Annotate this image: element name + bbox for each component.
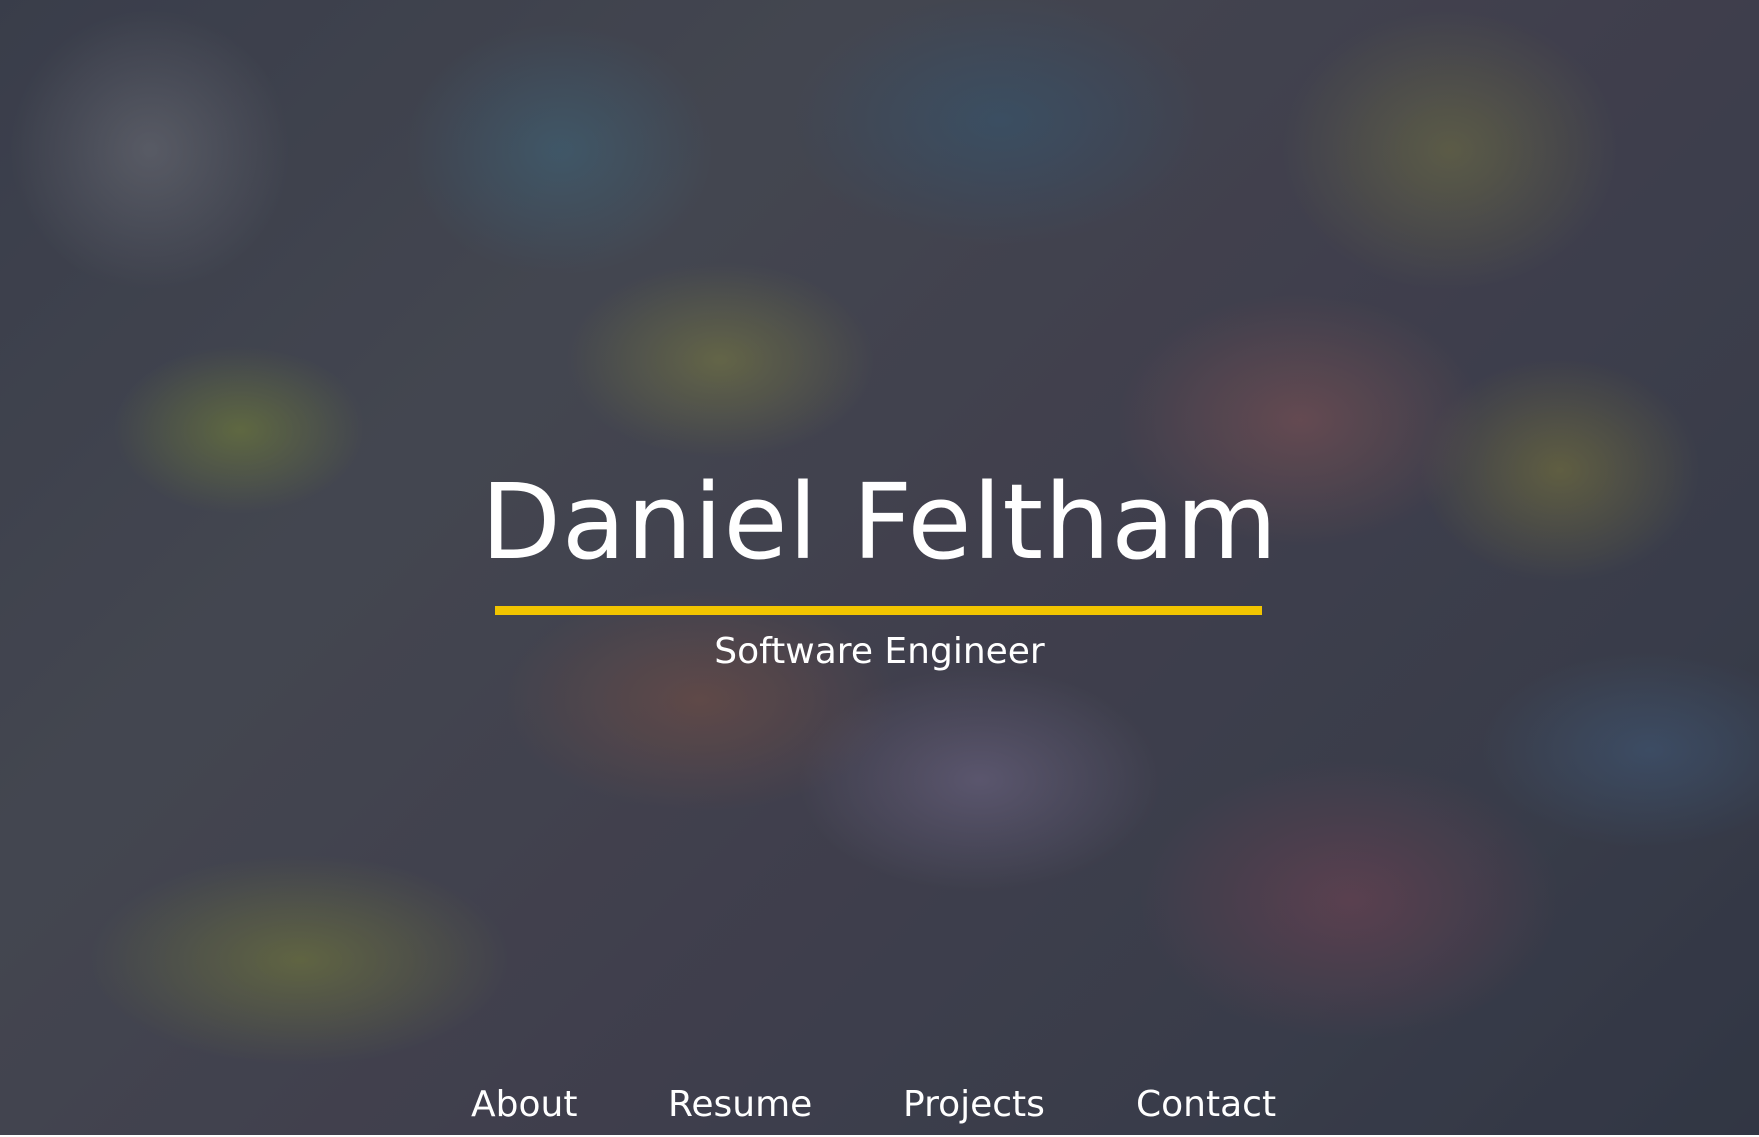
main-nav: About Resume Projects Contact <box>0 1087 1759 1127</box>
nav-link-contact[interactable]: Contact <box>1136 1087 1276 1123</box>
hero-content: Daniel Feltham Software Engineer About R… <box>0 0 1759 1137</box>
page-title: Daniel Feltham <box>480 461 1279 583</box>
hero-section: Daniel Feltham Software Engineer About R… <box>0 0 1759 1137</box>
nav-link-resume[interactable]: Resume <box>668 1087 812 1123</box>
nav-link-projects[interactable]: Projects <box>903 1087 1045 1123</box>
nav-link-about[interactable]: About <box>471 1087 577 1123</box>
title-underline-accent <box>495 606 1262 615</box>
page-subtitle: Software Engineer <box>714 631 1045 672</box>
